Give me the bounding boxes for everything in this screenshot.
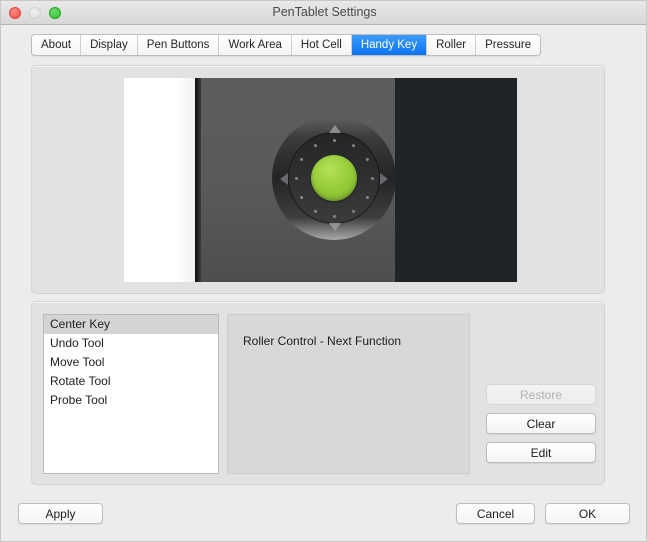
ok-button[interactable]: OK xyxy=(545,503,630,524)
device-preview-group xyxy=(31,65,605,294)
list-item-undo-tool[interactable]: Undo Tool xyxy=(44,334,218,353)
wheel-down-arrow-icon[interactable] xyxy=(329,223,341,231)
window-title: PenTablet Settings xyxy=(272,5,377,19)
list-item-move-tool[interactable]: Move Tool xyxy=(44,353,218,372)
function-description-text: Roller Control - Next Function xyxy=(243,334,402,348)
wheel-right-arrow-icon[interactable] xyxy=(380,173,388,185)
device-body xyxy=(201,78,396,282)
key-configuration-group: Center Key Undo Tool Move Tool Rotate To… xyxy=(31,301,605,485)
key-action-buttons: Restore Clear Edit xyxy=(486,384,596,463)
list-item-center-key[interactable]: Center Key xyxy=(44,315,218,334)
tab-hot-cell[interactable]: Hot Cell xyxy=(291,35,352,55)
handy-key-wheel[interactable] xyxy=(272,116,396,240)
title-bar: PenTablet Settings xyxy=(1,1,646,25)
restore-button[interactable]: Restore xyxy=(486,384,596,405)
clear-button[interactable]: Clear xyxy=(486,413,596,434)
tab-work-area[interactable]: Work Area xyxy=(219,35,292,55)
tab-roller[interactable]: Roller xyxy=(427,35,477,55)
tab-display[interactable]: Display xyxy=(81,35,138,55)
tab-bar: About Display Pen Buttons Work Area Hot … xyxy=(31,34,542,56)
tablet-device-image xyxy=(124,78,517,282)
device-white-panel xyxy=(124,78,195,282)
pentablet-settings-window: PenTablet Settings About Display Pen But… xyxy=(0,0,647,542)
wheel-left-arrow-icon[interactable] xyxy=(280,173,288,185)
edit-button[interactable]: Edit xyxy=(486,442,596,463)
key-list[interactable]: Center Key Undo Tool Move Tool Rotate To… xyxy=(43,314,219,474)
device-dark-panel xyxy=(395,78,517,282)
center-key-button[interactable] xyxy=(311,155,357,201)
apply-button[interactable]: Apply xyxy=(18,503,103,524)
tab-pen-buttons[interactable]: Pen Buttons xyxy=(137,35,220,55)
list-item-rotate-tool[interactable]: Rotate Tool xyxy=(44,372,218,391)
tab-pressure[interactable]: Pressure xyxy=(476,35,541,55)
function-description-panel: Roller Control - Next Function xyxy=(227,314,470,474)
tab-handy-key[interactable]: Handy Key xyxy=(351,35,428,55)
list-item-probe-tool[interactable]: Probe Tool xyxy=(44,391,218,410)
wheel-up-arrow-icon[interactable] xyxy=(329,125,341,133)
cancel-button[interactable]: Cancel xyxy=(456,503,535,524)
tab-about[interactable]: About xyxy=(32,35,82,55)
